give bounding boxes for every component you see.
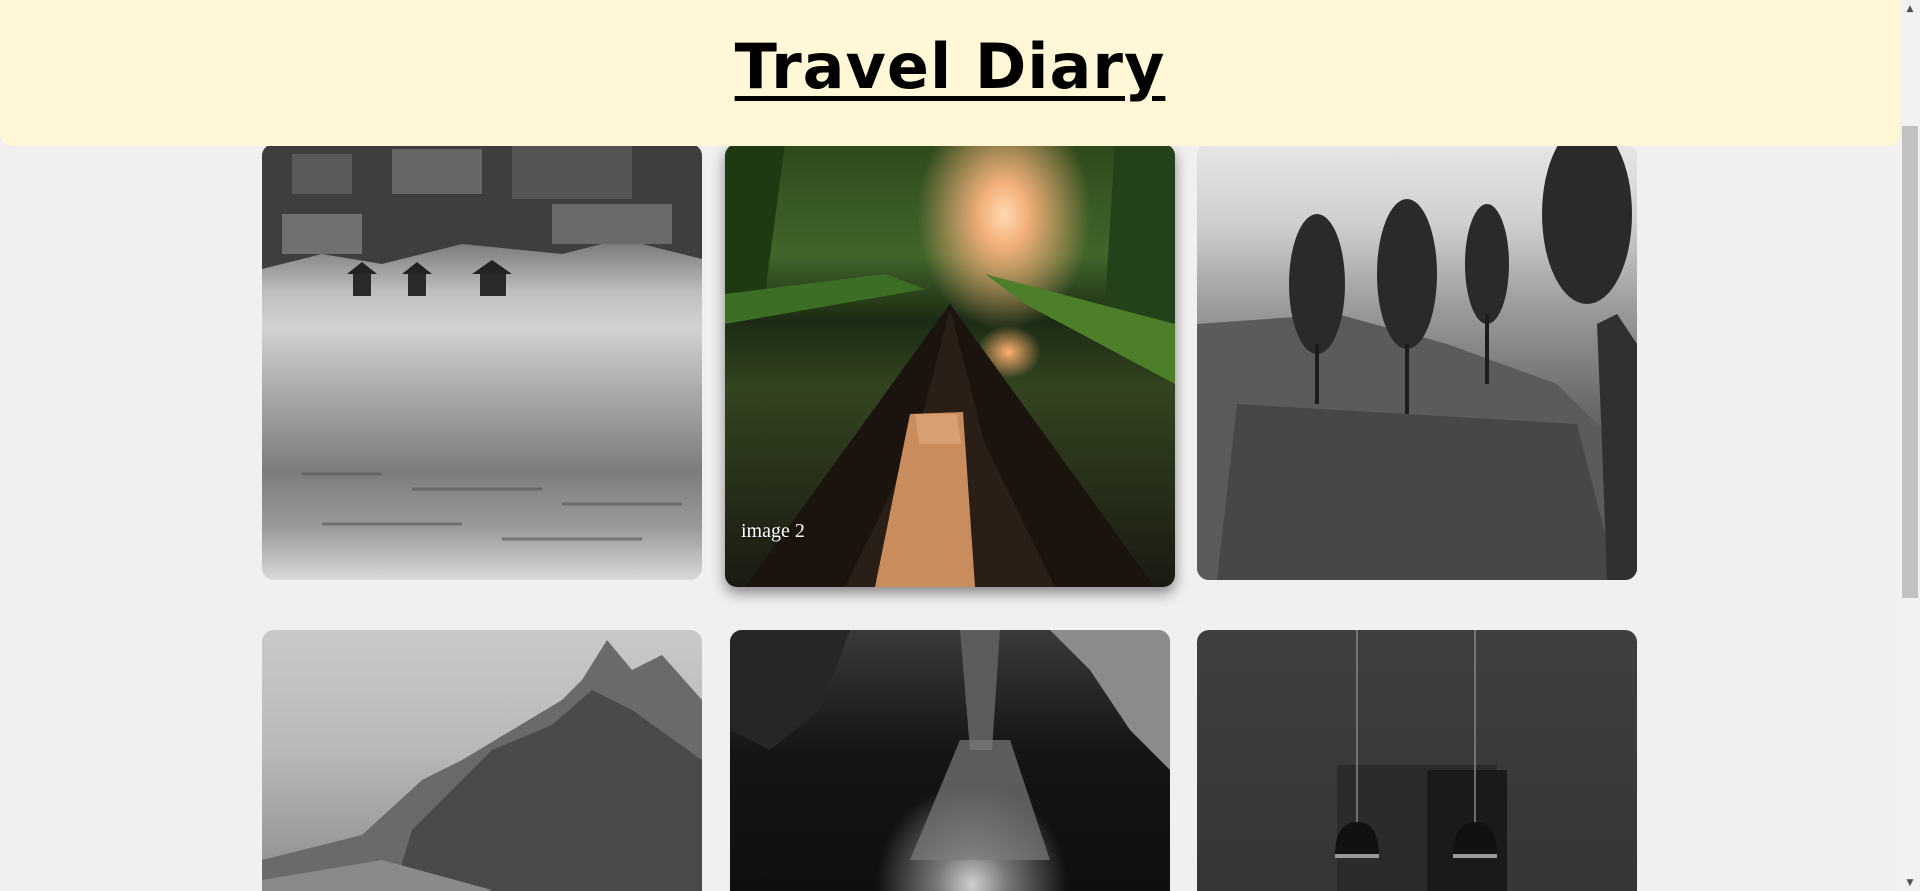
tea-plantation-image	[1197, 144, 1637, 580]
waterfall-image	[730, 630, 1170, 891]
gallery-card-1[interactable]	[262, 144, 702, 580]
site-header: Travel Diary	[0, 0, 1900, 146]
mountain-illustration	[262, 640, 702, 891]
pendant-lamps-image	[1197, 630, 1637, 891]
page-title: Travel Diary	[734, 30, 1166, 103]
gallery-card-3[interactable]	[1197, 144, 1637, 580]
card-caption: image 2	[741, 520, 805, 542]
triangle-up-icon[interactable]: ▲	[1900, 0, 1920, 17]
gallery-card-5[interactable]	[730, 630, 1170, 891]
gallery-card-4[interactable]	[262, 630, 702, 891]
waterfall-illustration	[730, 630, 1170, 860]
scrollbar-thumb[interactable]	[1902, 126, 1918, 598]
gallery-card-2[interactable]: image 2	[725, 144, 1175, 587]
lake-village-image	[262, 144, 702, 580]
tea-plantation-illustration	[1197, 144, 1637, 580]
vertical-scrollbar[interactable]: ▲ ▼	[1900, 0, 1920, 891]
lake-village-illustration	[262, 144, 702, 541]
mountain-image	[262, 630, 702, 891]
gallery-card-6[interactable]	[1197, 630, 1637, 891]
pendant-lamps-illustration	[1335, 630, 1507, 891]
triangle-down-icon[interactable]: ▼	[1900, 874, 1920, 891]
